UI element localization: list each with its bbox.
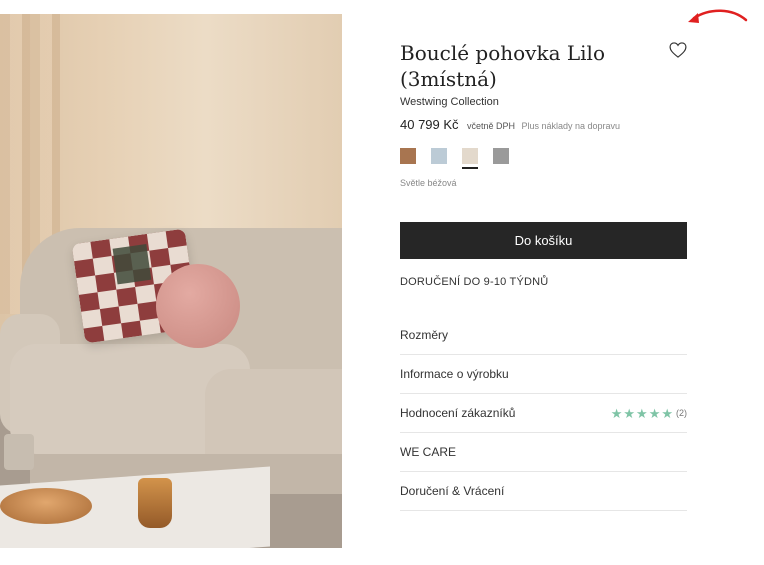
price-row: 40 799 Kč včetně DPH Plus náklady na dop… [400,116,620,134]
accordion-label: Doručení & Vrácení [400,484,505,498]
swatch-light-blue[interactable] [431,148,447,164]
brand-name: Westwing Collection [400,96,499,108]
product-title: Bouclé pohovka Lilo (3místná) [400,41,605,91]
product-image [0,14,342,548]
round-pillow [156,264,240,348]
selected-color-name: Světle béžová [400,178,457,188]
review-count: (2) [676,408,687,418]
swatch-light-beige[interactable] [462,148,478,169]
star-icon: ★ [610,405,623,421]
arrow-annotation [688,9,748,23]
heart-icon[interactable] [668,40,688,60]
star-icon: ★ [636,405,648,421]
sofa-leg [4,434,34,470]
accordion-label: Hodnocení zákazníků [400,406,516,420]
shipping-note: Plus náklady na dopravu [521,121,621,131]
price: 40 799 Kč [400,117,459,132]
swatch-grey[interactable] [493,148,509,164]
accordion-item-product-info[interactable]: Informace o výrobku [400,355,687,394]
star-icon: ★ [648,405,661,421]
product-accordion: Rozměry Informace o výrobku Hodnocení zá… [400,316,687,511]
accordion-item-reviews[interactable]: Hodnocení zákazníků ★ ★ ★ ★ ★ (2) [400,394,687,433]
star-rating: ★ ★ ★ ★ ★ (2) [611,407,687,420]
accordion-item-dimensions[interactable]: Rozměry [400,316,687,355]
star-icon: ★ [661,405,673,421]
accordion-label: Informace o výrobku [400,367,509,381]
star-icon: ★ [623,405,636,421]
amber-glass [138,478,172,528]
swatch-brown[interactable] [400,148,416,164]
accordion-label: WE CARE [400,445,457,459]
copper-bowl [0,488,92,524]
add-to-cart-button[interactable]: Do košíku [400,222,687,259]
vat-note: včetně DPH [467,121,516,131]
accordion-label: Rozměry [400,328,449,342]
accordion-item-delivery-returns[interactable]: Doručení & Vrácení [400,472,687,511]
accordion-item-we-care[interactable]: WE CARE [400,433,687,472]
color-swatches [400,148,509,169]
delivery-time: DORUČENÍ DO 9-10 TÝDNŮ [400,276,549,288]
